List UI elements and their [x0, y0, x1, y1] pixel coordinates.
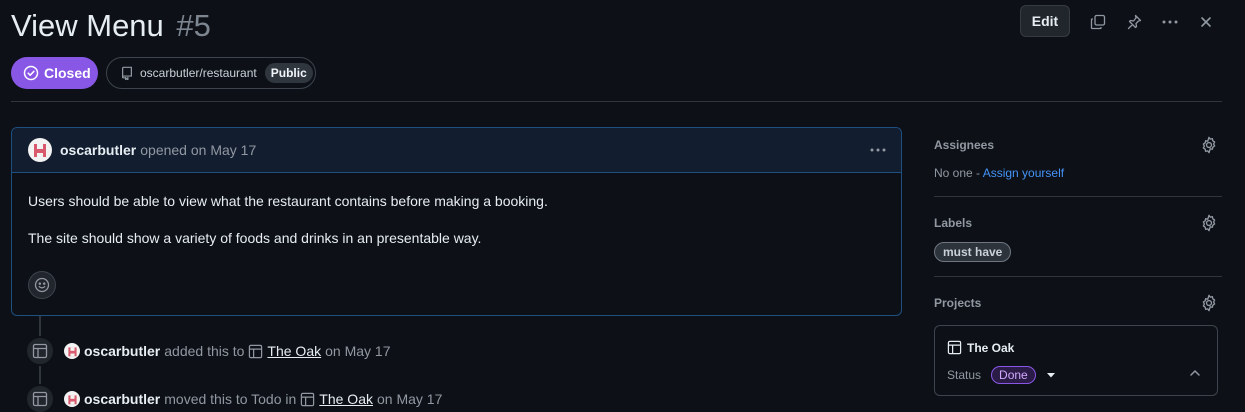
edit-button[interactable]: Edit [1020, 5, 1070, 37]
chevron-up-icon[interactable] [1189, 368, 1201, 378]
project-table-icon [947, 340, 962, 355]
project-name: The Oak [967, 340, 1015, 355]
repo-link[interactable]: oscarbutler/restaurant Public [106, 57, 316, 89]
issue-number: #5 [176, 8, 211, 43]
visibility-badge: Public [264, 63, 313, 83]
comment-header: oscarbutler opened on May 17 [12, 128, 901, 173]
sidebar-divider [934, 196, 1222, 197]
pin-icon[interactable] [1124, 12, 1144, 32]
assignees-value: No one - Assign yourself [934, 166, 1064, 180]
comment-paragraph: The site should show a variety of foods … [28, 230, 482, 246]
status-field-label: Status [947, 368, 982, 382]
project-card: The Oak Status Done [934, 325, 1218, 396]
issue-comment: oscarbutler opened on May 17 Users shoul… [11, 127, 902, 316]
avatar[interactable] [64, 343, 80, 359]
sidebar-divider [934, 276, 1222, 277]
project-table-icon [248, 344, 263, 359]
timeline-item: oscarbutler added this to The Oak on May… [64, 343, 391, 359]
add-reaction-button[interactable] [28, 271, 56, 299]
comment-author[interactable]: oscarbutler [60, 142, 136, 158]
project-card-title[interactable]: The Oak [947, 340, 1014, 355]
project-link[interactable]: The Oak [267, 343, 321, 359]
timeline-item: oscarbutler moved this to Todo in The Oa… [64, 391, 442, 407]
issue-title: View Menu #5 [11, 8, 211, 44]
status-value-badge[interactable]: Done [991, 366, 1036, 384]
smiley-icon [34, 277, 50, 293]
avatar[interactable] [28, 138, 52, 162]
projects-heading: Projects [934, 296, 982, 310]
timeline-date: on May 17 [377, 391, 443, 407]
status-badge: Closed [11, 57, 98, 89]
project-table-icon [25, 384, 55, 412]
caret-down-icon[interactable] [1046, 371, 1056, 379]
assign-yourself-link[interactable]: Assign yourself [983, 166, 1064, 180]
labels-heading: Labels [934, 216, 973, 230]
timeline-text: added this to [164, 343, 245, 359]
project-link[interactable]: The Oak [319, 391, 373, 407]
assignees-heading: Assignees [934, 138, 995, 152]
label-badge[interactable]: must have [934, 242, 1012, 262]
comment-options-icon[interactable] [869, 142, 887, 158]
timeline-actor[interactable]: oscarbutler [84, 343, 160, 359]
project-table-icon [25, 336, 55, 366]
repo-name: oscarbutler/restaurant [140, 66, 257, 80]
timeline-actor[interactable]: oscarbutler [84, 391, 160, 407]
status-label: Closed [44, 65, 91, 81]
close-icon[interactable] [1196, 12, 1216, 32]
no-assignee-text: No one - [934, 166, 983, 180]
repo-icon [120, 66, 134, 80]
gear-icon[interactable] [1200, 214, 1218, 232]
comment-meta: opened on May 17 [140, 142, 257, 158]
timeline-date: on May 17 [325, 343, 391, 359]
gear-icon[interactable] [1200, 136, 1218, 154]
gear-icon[interactable] [1200, 294, 1218, 312]
project-status-row: Status Done [947, 366, 1056, 384]
issue-title-text: View Menu [11, 8, 164, 43]
closed-check-icon [23, 65, 39, 81]
timeline-text: moved this to Todo in [164, 391, 297, 407]
more-options-icon[interactable] [1160, 12, 1180, 32]
copy-icon[interactable] [1088, 12, 1108, 32]
header-divider [11, 101, 1222, 102]
comment-paragraph: Users should be able to view what the re… [28, 193, 548, 209]
project-table-icon [300, 392, 315, 407]
avatar[interactable] [64, 391, 80, 407]
